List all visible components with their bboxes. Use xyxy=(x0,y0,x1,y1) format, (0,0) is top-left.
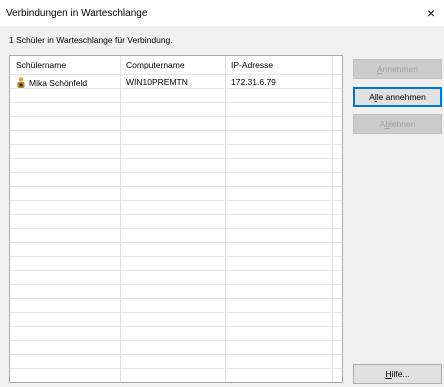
row-divider xyxy=(10,354,342,355)
row-divider xyxy=(10,144,342,145)
column-header-computer[interactable]: Computername xyxy=(120,56,225,74)
reject-button[interactable]: Ab lehnen xyxy=(353,114,442,134)
student-cell: Mika Schönfeld xyxy=(10,76,120,88)
row-divider xyxy=(10,172,342,173)
help-button[interactable]: Hilfe... xyxy=(353,364,442,384)
row-divider xyxy=(10,158,342,159)
close-button[interactable]: × xyxy=(418,0,444,26)
accept-button[interactable]: Annehmen xyxy=(353,59,442,79)
title-bar: Verbindungen in Warteschlange × xyxy=(0,0,444,26)
queue-info-text: 1 Schüler in Warteschlange für Verbindun… xyxy=(9,35,173,45)
row-divider xyxy=(10,200,342,201)
student-icon xyxy=(17,76,25,88)
column-header-ip[interactable]: IP-Adresse xyxy=(225,56,332,74)
accept-all-label-post: le annehmen xyxy=(376,92,426,102)
row-divider xyxy=(10,102,342,103)
row-divider xyxy=(10,242,342,243)
column-divider xyxy=(120,56,121,382)
row-divider xyxy=(10,284,342,285)
queue-list[interactable]: Schülername Computername IP-Adresse Mika… xyxy=(9,55,343,383)
ip-address: 172.31.6.79 xyxy=(231,77,276,87)
column-header-student[interactable]: Schülername xyxy=(10,56,120,74)
row-divider xyxy=(10,312,342,313)
row-divider xyxy=(10,382,342,383)
row-divider xyxy=(10,214,342,215)
row-divider xyxy=(10,270,342,271)
row-divider xyxy=(10,116,342,117)
close-icon: × xyxy=(426,5,436,21)
list-header: Schülername Computername IP-Adresse xyxy=(10,56,342,74)
table-row[interactable]: Mika Schönfeld WIN10PREMTN 172.31.6.79 xyxy=(10,75,342,89)
row-divider xyxy=(10,186,342,187)
column-divider xyxy=(225,56,226,382)
row-divider xyxy=(10,228,342,229)
help-label-post: ilfe... xyxy=(391,369,410,379)
reject-label-post: lehnen xyxy=(389,119,416,129)
row-divider xyxy=(10,256,342,257)
accept-all-button[interactable]: Al le annehmen xyxy=(353,87,442,107)
row-divider xyxy=(10,340,342,341)
row-divider xyxy=(10,368,342,369)
row-divider xyxy=(10,130,342,131)
computer-name: WIN10PREMTN xyxy=(126,77,188,87)
row-divider xyxy=(10,326,342,327)
row-divider xyxy=(10,298,342,299)
accept-label-post: nnehmen xyxy=(382,64,419,74)
student-name: Mika Schönfeld xyxy=(29,77,88,88)
window-title: Verbindungen in Warteschlange xyxy=(6,8,148,19)
column-divider xyxy=(332,56,333,382)
